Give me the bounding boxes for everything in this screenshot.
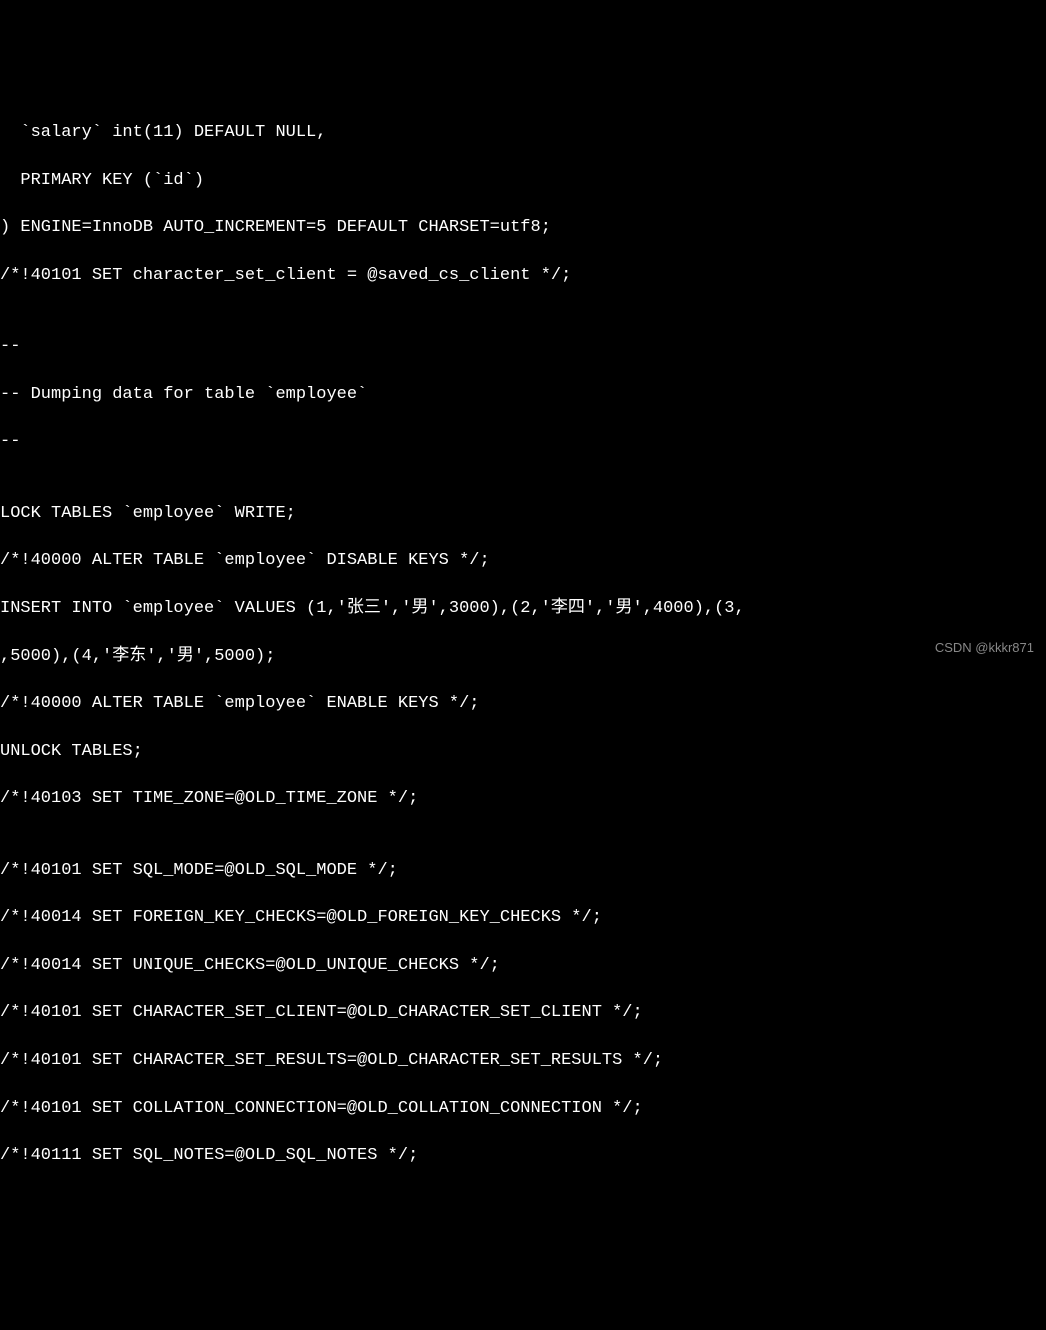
sql-line: /*!40101 SET CHARACTER_SET_RESULTS=@OLD_… [0, 1049, 1046, 1073]
watermark-text: CSDN @kkkr871 [935, 639, 1034, 657]
sql-line: /*!40000 ALTER TABLE `employee` DISABLE … [0, 549, 1046, 573]
sql-line: -- Dumping data for table `employee` [0, 383, 1046, 407]
sql-line: LOCK TABLES `employee` WRITE; [0, 502, 1046, 526]
sql-line: UNLOCK TABLES; [0, 740, 1046, 764]
sql-line: /*!40103 SET TIME_ZONE=@OLD_TIME_ZONE */… [0, 787, 1046, 811]
sql-line: INSERT INTO `employee` VALUES (1,'张三','男… [0, 597, 1046, 621]
sql-line: /*!40101 SET CHARACTER_SET_CLIENT=@OLD_C… [0, 1001, 1046, 1025]
sql-line: PRIMARY KEY (`id`) [0, 169, 1046, 193]
sql-line: -- [0, 335, 1046, 359]
sql-line: /*!40014 SET UNIQUE_CHECKS=@OLD_UNIQUE_C… [0, 954, 1046, 978]
sql-line: /*!40111 SET SQL_NOTES=@OLD_SQL_NOTES */… [0, 1144, 1046, 1168]
terminal-output: `salary` int(11) DEFAULT NULL, PRIMARY K… [0, 97, 1046, 1192]
sql-line: /*!40014 SET FOREIGN_KEY_CHECKS=@OLD_FOR… [0, 906, 1046, 930]
sql-line: /*!40101 SET COLLATION_CONNECTION=@OLD_C… [0, 1097, 1046, 1121]
sql-line: -- [0, 430, 1046, 454]
sql-line: /*!40000 ALTER TABLE `employee` ENABLE K… [0, 692, 1046, 716]
sql-line: `salary` int(11) DEFAULT NULL, [0, 121, 1046, 145]
sql-line: /*!40101 SET SQL_MODE=@OLD_SQL_MODE */; [0, 859, 1046, 883]
sql-line: /*!40101 SET character_set_client = @sav… [0, 264, 1046, 288]
sql-line: ) ENGINE=InnoDB AUTO_INCREMENT=5 DEFAULT… [0, 216, 1046, 240]
